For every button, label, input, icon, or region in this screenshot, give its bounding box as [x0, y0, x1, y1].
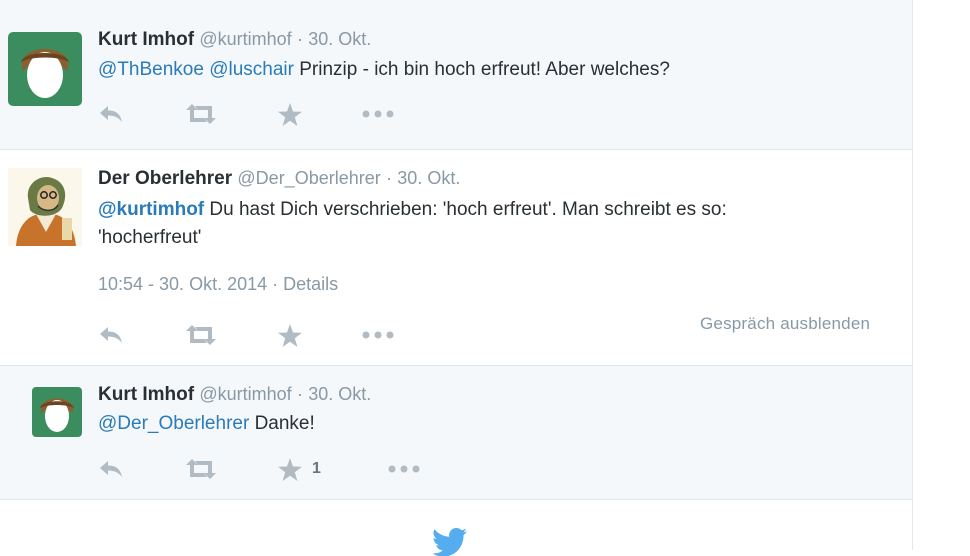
mention-link[interactable]: @luschair	[209, 59, 294, 80]
tweet-timestamp[interactable]: 10:54 - 30. Okt. 2014	[98, 274, 267, 294]
tweet-header: Der Oberlehrer @Der_Oberlehrer · 30. Okt…	[98, 168, 460, 190]
author-name[interactable]: Kurt Imhof	[98, 29, 194, 50]
favorite-button[interactable]	[278, 99, 302, 129]
tweet-text: @ThBenkoe @luschair Prinzip - ich bin ho…	[98, 56, 888, 84]
more-button[interactable]	[362, 99, 394, 129]
tweet-date[interactable]: 30. Okt.	[308, 384, 371, 404]
tweet-header: Kurt Imhof @kurtimhof · 30. Okt.	[98, 29, 371, 51]
reply-button[interactable]	[98, 99, 124, 129]
mention-link[interactable]: @kurtimhof	[98, 199, 204, 220]
tweet-body-line-1: Du hast Dich verschrieben: 'hoch erfreut…	[204, 199, 727, 220]
author-handle[interactable]: @Der_Oberlehrer	[237, 168, 380, 188]
retweet-icon	[186, 104, 216, 124]
avatar[interactable]	[32, 387, 82, 437]
twitter-bird-icon	[433, 528, 467, 556]
favorite-count: 1	[312, 460, 321, 477]
reply-button[interactable]	[98, 320, 124, 350]
author-handle[interactable]: @kurtimhof	[199, 29, 291, 49]
tweet-text: @kurtimhof Du hast Dich verschrieben: 'h…	[98, 196, 888, 252]
more-icon	[362, 331, 394, 339]
reply-icon	[100, 461, 122, 477]
tweet-actions	[98, 320, 438, 350]
star-icon	[278, 457, 302, 481]
tweet-actions: 1	[98, 454, 438, 484]
tweet-body: Danke!	[249, 413, 315, 434]
reply-button[interactable]	[98, 454, 124, 484]
more-button[interactable]	[388, 454, 420, 484]
more-icon	[362, 110, 394, 118]
separator-dot: ·	[386, 168, 393, 188]
tweet-header: Kurt Imhof @kurtimhof · 30. Okt.	[98, 384, 371, 406]
reply-icon	[100, 327, 122, 343]
tweet-body-line-2: 'hocherfreut'	[98, 227, 202, 248]
mention-link[interactable]: @Der_Oberlehrer	[98, 413, 249, 434]
tweet-item-reply[interactable]: Kurt Imhof @kurtimhof · 30. Okt. @Der_Ob…	[0, 366, 912, 500]
star-icon	[278, 323, 302, 347]
separator-dot: ·	[296, 29, 303, 49]
retweet-button[interactable]	[184, 320, 218, 350]
retweet-button[interactable]	[184, 99, 218, 129]
tweet-body: Prinzip - ich bin hoch erfreut! Aber wel…	[293, 59, 670, 80]
tweet-stream: Kurt Imhof @kurtimhof · 30. Okt. @ThBenk…	[0, 0, 913, 556]
retweet-icon	[186, 459, 216, 479]
tweet-text: @Der_Oberlehrer Danke!	[98, 410, 888, 438]
more-icon	[388, 465, 420, 473]
author-name[interactable]: Kurt Imhof	[98, 384, 194, 405]
author-handle[interactable]: @kurtimhof	[199, 384, 291, 404]
tweet-date[interactable]: 30. Okt.	[397, 168, 460, 188]
hide-conversation-link[interactable]: Gespräch ausblenden	[700, 314, 870, 334]
favorite-button[interactable]: 1	[278, 454, 321, 484]
reply-icon	[100, 106, 122, 122]
author-name[interactable]: Der Oberlehrer	[98, 168, 232, 189]
separator-dot: ·	[296, 384, 303, 404]
avatar[interactable]	[8, 32, 82, 106]
avatar[interactable]	[8, 168, 82, 246]
separator-dot: ·	[272, 274, 279, 294]
tweet-date[interactable]: 30. Okt.	[308, 29, 371, 49]
mention-link[interactable]: @ThBenkoe	[98, 59, 204, 80]
favorite-button[interactable]	[278, 320, 302, 350]
retweet-icon	[186, 325, 216, 345]
tweet-item-expanded[interactable]: Der Oberlehrer @Der_Oberlehrer · 30. Okt…	[0, 150, 912, 366]
star-icon	[278, 102, 302, 126]
more-button[interactable]	[362, 320, 394, 350]
retweet-button[interactable]	[184, 454, 218, 484]
tweet-actions	[98, 99, 438, 129]
details-link[interactable]: Details	[283, 274, 338, 294]
tweet-timestamp-row: 10:54 - 30. Okt. 2014 · Details	[98, 274, 338, 295]
tweet-item[interactable]: Kurt Imhof @kurtimhof · 30. Okt. @ThBenk…	[0, 12, 912, 150]
